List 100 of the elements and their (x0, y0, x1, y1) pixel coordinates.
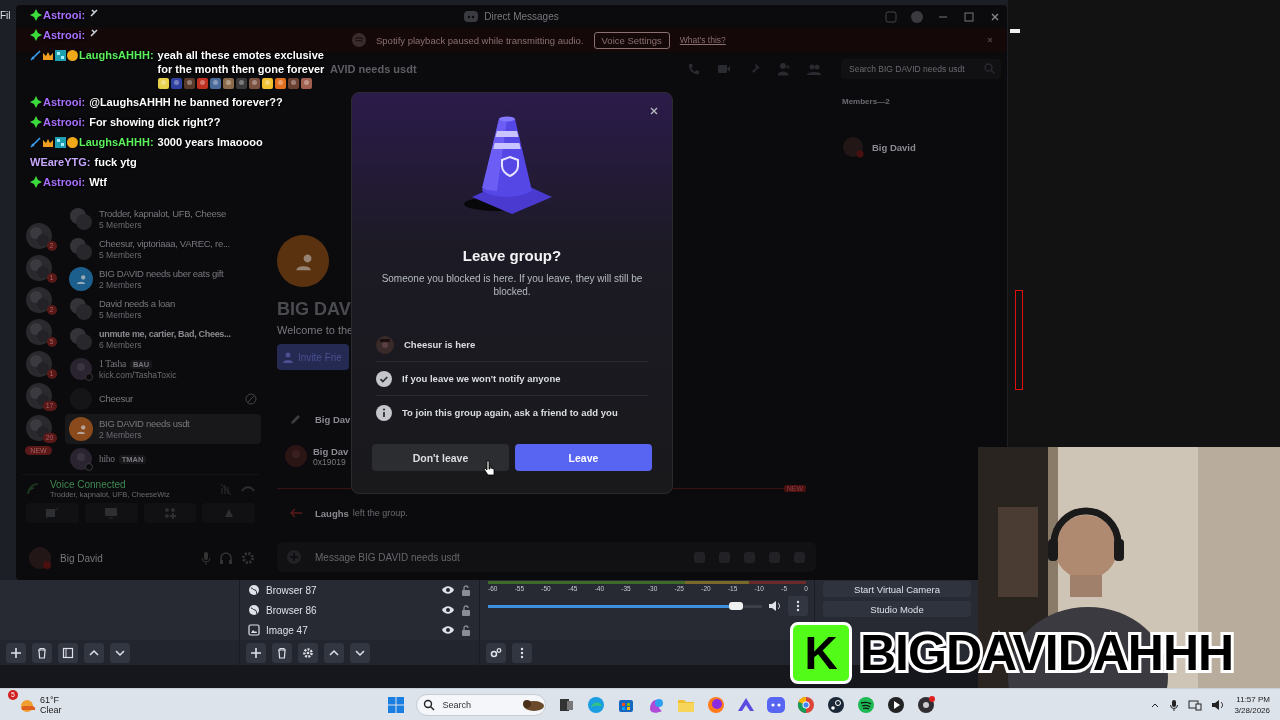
arrow-left-icon (289, 508, 303, 518)
help-link[interactable]: What's this? (679, 35, 726, 45)
info-row-text: Cheesur is here (404, 339, 476, 350)
emote-icon (196, 78, 208, 89)
search-input[interactable]: Search (440, 698, 515, 711)
diamond-star-icon (30, 29, 42, 41)
panel-button[interactable] (58, 642, 78, 663)
dm-name: Trodder, kapnalot, UFB, Cheese (99, 208, 226, 220)
info-icon (376, 404, 392, 421)
control-button[interactable]: Start Virtual Camera (823, 581, 971, 597)
message-field[interactable]: Message BIG DAVID needs usdt (277, 542, 816, 572)
dm-item[interactable]: Trodder, kapnalot, UFB, Cheese 5 Members (65, 204, 261, 234)
globe-icon (248, 604, 260, 616)
lock-icon[interactable] (461, 604, 471, 616)
server-avatar-icon[interactable] (25, 223, 52, 249)
chat-app-icon[interactable] (765, 694, 786, 715)
server-avatar-icon[interactable] (25, 351, 52, 377)
control-button[interactable]: Studio Mode (823, 601, 971, 617)
dm-name: hiho (99, 453, 115, 465)
group-avatar-icon (69, 327, 93, 351)
dm-item[interactable]: Cheesur, viptoriaaa, VAREC, re... 5 Members (65, 234, 261, 264)
more-button[interactable] (512, 642, 532, 663)
dm-item[interactable]: BIG DAVID needs usdt 2 Members (65, 414, 261, 444)
chevron-down-button[interactable] (110, 642, 130, 663)
notice-text: Spotify playback paused while transmitting audio. (376, 34, 584, 46)
cancel-button[interactable]: Don't leave (372, 444, 509, 471)
maximize-icon[interactable] (963, 10, 975, 23)
speaker-icon[interactable] (768, 600, 782, 612)
trash-button[interactable] (272, 642, 292, 663)
dm-subtitle: kick.com/TashaToxic (99, 370, 177, 380)
eye-icon[interactable] (441, 625, 455, 635)
browser-icon[interactable] (705, 694, 726, 715)
chat-username: Astrooi: (43, 115, 86, 129)
chat-username: Astrooi: (43, 28, 86, 42)
chat-message-text: 3000 years lmaoooo (157, 135, 263, 149)
network-icon[interactable] (1188, 698, 1203, 711)
source-name[interactable]: Image 47 (266, 624, 435, 636)
browser-icon[interactable] (585, 694, 606, 715)
more-button[interactable] (788, 596, 808, 616)
game-store-icon[interactable] (825, 694, 846, 715)
close-icon (648, 105, 660, 117)
dm-name: unmute me, cartier, Bad, Chees... (99, 328, 231, 340)
trash-icon (35, 645, 49, 660)
search-field[interactable]: Search BIG DAVID needs usdt (841, 58, 1001, 79)
dm-item[interactable]: unmute me, cartier, Bad, Chees... 6 Members (65, 324, 261, 354)
server-avatar-icon[interactable] (25, 319, 52, 345)
mic-icon[interactable] (1169, 698, 1180, 711)
diamond-star-icon (30, 96, 42, 108)
recorder-icon[interactable] (915, 694, 936, 715)
server-avatar-icon[interactable] (25, 287, 52, 313)
clock[interactable]: 11:57 PM 3/28/2026 (1234, 693, 1270, 716)
settings-button[interactable] (486, 642, 506, 663)
screen-icon (104, 507, 119, 519)
voice-settings-button[interactable]: Voice Settings (593, 31, 670, 49)
add-button[interactable] (246, 642, 266, 663)
lock-icon[interactable] (461, 624, 471, 636)
settings-icon (301, 645, 315, 660)
volume-thumb[interactable] (728, 602, 743, 610)
member-name[interactable]: Big David (872, 141, 916, 153)
volume-icon[interactable] (1211, 698, 1226, 711)
menu-item[interactable]: Fil (0, 10, 11, 21)
dm-subtitle: 2 Members (99, 280, 143, 290)
pencil-icon (289, 412, 303, 426)
emote-icon (157, 78, 169, 89)
chevron-up-button[interactable] (84, 642, 104, 663)
clock-time: 11:57 PM (1236, 693, 1270, 705)
music-app-icon[interactable] (855, 694, 876, 715)
leave-button[interactable]: Leave (515, 444, 652, 471)
media-player-icon[interactable] (885, 694, 906, 715)
lock-icon[interactable] (461, 584, 471, 596)
dm-subtitle: 5 Members (99, 310, 143, 320)
dm-item[interactable]: BIG DAVID needs uber eats gift 2 Members (65, 264, 261, 294)
trash-button[interactable] (32, 642, 52, 663)
server-avatar-icon[interactable] (25, 255, 52, 281)
chat-username: LaughsAHHH: (79, 135, 154, 149)
dialog-title: Leave group? (462, 247, 562, 264)
source-name[interactable]: Browser 86 (266, 604, 435, 616)
chevron-down-button[interactable] (350, 642, 370, 663)
server-avatar-icon[interactable] (25, 383, 52, 409)
source-name[interactable]: Browser 87 (266, 584, 435, 596)
browser-icon[interactable] (795, 694, 816, 715)
emote-icon (300, 78, 312, 89)
message-input[interactable]: Message BIG DAVID needs usdt (313, 550, 681, 564)
add-button[interactable] (6, 642, 26, 663)
trash-icon (275, 645, 289, 660)
search-input[interactable]: Search BIG DAVID needs usdt (847, 62, 984, 75)
coin-icon (67, 136, 78, 148)
dm-item[interactable]: Cheesur (65, 384, 261, 414)
group-avatar-icon (69, 207, 93, 231)
start-icon[interactable] (385, 694, 406, 715)
add-icon (9, 645, 23, 660)
dm-item[interactable]: David needs a loan 5 Members (65, 294, 261, 324)
search-field[interactable]: Search (415, 693, 546, 716)
eye-icon[interactable] (441, 585, 455, 595)
settings-button[interactable] (298, 642, 318, 663)
eye-icon[interactable] (441, 605, 455, 615)
chevron-up-button[interactable] (324, 642, 344, 663)
weather-condition: Clear (40, 704, 62, 715)
group-title: BIG DAV (277, 299, 352, 320)
server-avatar-icon[interactable] (25, 415, 52, 441)
